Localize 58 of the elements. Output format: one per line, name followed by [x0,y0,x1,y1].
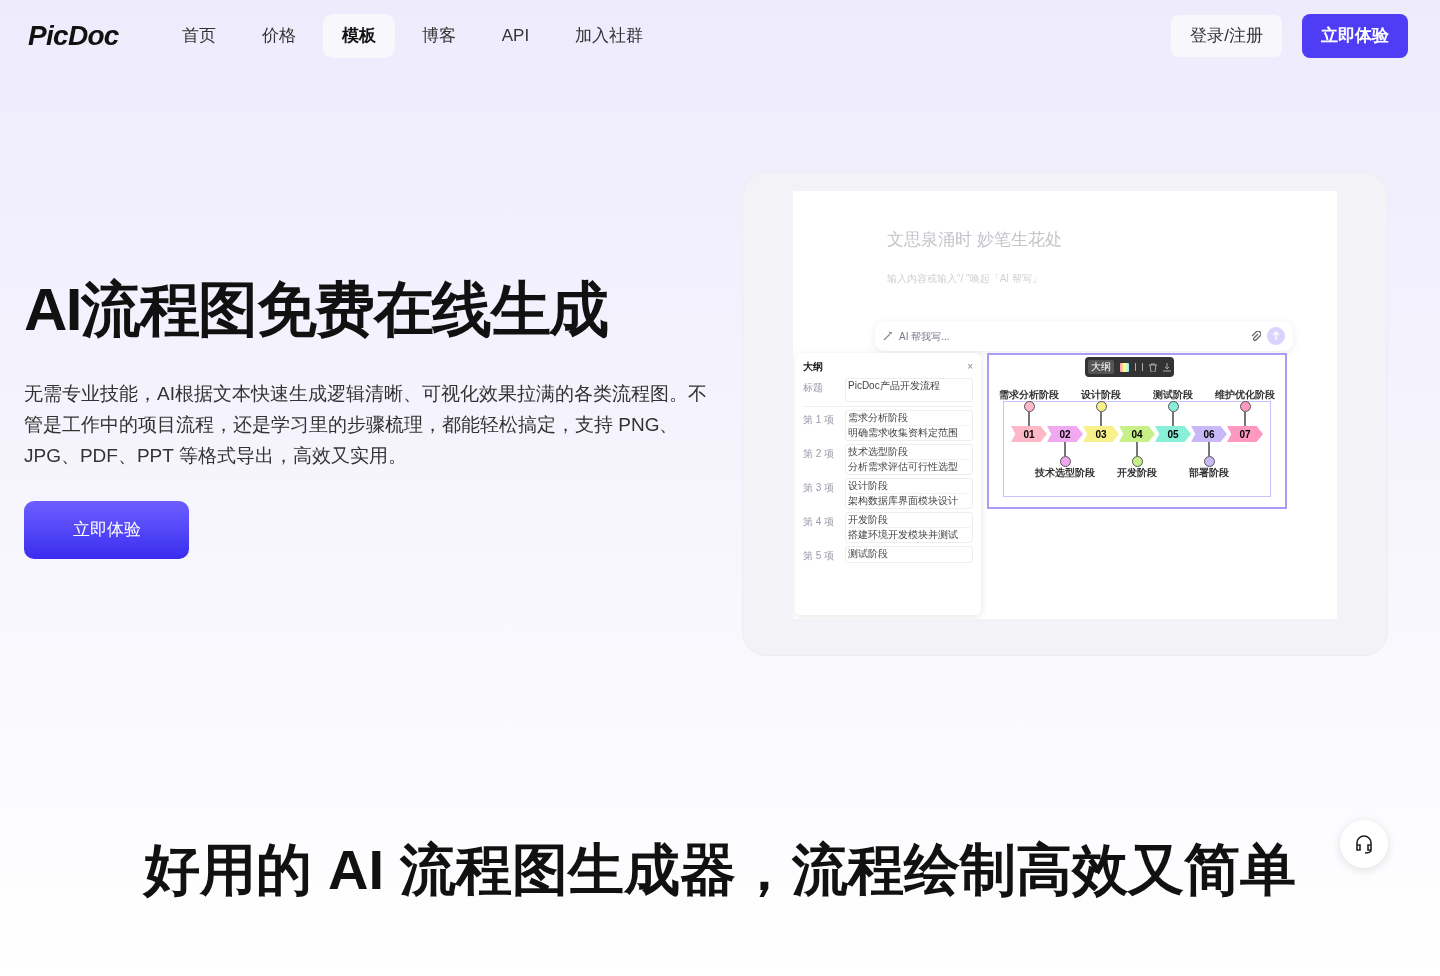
step-chevron: 03 [1083,426,1119,442]
outline-tab[interactable]: 大纲 [1088,360,1114,374]
item-label: 第 3 项 [803,481,836,495]
hero-title: AI流程图免费在线生成 [24,275,609,345]
step-title: 部署阶段 [1189,467,1229,479]
outline-item[interactable]: 技术选型阶段 分析需求评估可行性选型 [845,444,973,475]
outline-item[interactable]: 设计阶段 架构数据库界面模块设计 [845,478,973,509]
step-title: 维护优化阶段 [1215,389,1275,401]
step-chevron: 05 [1155,426,1191,442]
outline-item[interactable]: 测试阶段 [845,546,973,563]
support-button[interactable] [1340,820,1388,868]
ai-input-field[interactable]: AI 帮我写... [875,321,1293,351]
trash-icon[interactable] [1149,362,1157,372]
step-marker-icon [1131,456,1143,467]
step-marker-icon [1023,401,1035,412]
step-title: 测试阶段 [1153,389,1193,401]
outline-item[interactable]: 需求分析阶段 明确需求收集资料定范围 [845,410,973,441]
step-chevron: 06 [1191,426,1227,442]
hero-description: 无需专业技能，AI根据文本快速生成逻辑清晰、可视化效果拉满的各类流程图。不管是工作中的项目流程，还是学习里的步骤梳理，都能轻松搞定，支持 PNG、JPG、PDF、PPT 等格式导出，高效又实用。 [24,382,708,468]
step-chevron: 02 [1047,426,1083,442]
headset-icon [1354,834,1374,854]
split-icon[interactable] [1135,363,1143,371]
palette-icon[interactable] [1120,362,1129,372]
nav-link[interactable]: API [482,14,549,58]
item-label: 第 5 项 [803,549,836,563]
field-label: 标题 [803,381,824,395]
item-label: 第 2 项 [803,447,836,461]
step-chevron: 04 [1119,426,1155,442]
step-marker-icon [1203,456,1215,467]
title-field[interactable]: PicDoc产品开发流程 [845,378,973,402]
section-title: 好用的 AI 流程图生成器，流程绘制高效又简单 [144,837,1296,903]
nav-link[interactable]: 价格 [242,14,315,58]
step-chevron: 01 [1011,426,1047,442]
logo[interactable]: PicDoc [28,15,119,57]
step-title: 设计阶段 [1081,389,1121,401]
step-title: 技术选型阶段 [1035,467,1095,479]
paperclip-icon [1251,330,1261,342]
nav-link[interactable]: 博客 [402,14,475,58]
step-title: 需求分析阶段 [999,389,1059,401]
nav-link[interactable]: 模板 [322,14,395,58]
step-marker-icon [1167,401,1179,412]
step-marker-icon [1095,401,1107,412]
try-now-button[interactable]: 立即体验 [1302,14,1408,58]
outline-heading: 大纲 [803,360,823,374]
nav-link[interactable]: 首页 [162,14,235,58]
hero-try-button[interactable]: 立即体验 [24,501,189,559]
magic-wand-icon [883,331,893,341]
close-icon[interactable]: × [967,361,973,372]
item-label: 第 4 项 [803,515,836,529]
step-marker-icon [1239,401,1251,412]
download-icon[interactable] [1163,362,1171,372]
item-label: 第 1 项 [803,413,836,427]
step-title: 开发阶段 [1117,467,1157,479]
step-marker-icon [1059,456,1071,467]
login-button[interactable]: 登录/注册 [1171,15,1282,57]
outline-item[interactable]: 开发阶段 搭建环境开发模块并测试 [845,512,973,543]
nav-link[interactable]: 加入社群 [556,14,663,58]
step-chevron: 07 [1227,426,1263,442]
